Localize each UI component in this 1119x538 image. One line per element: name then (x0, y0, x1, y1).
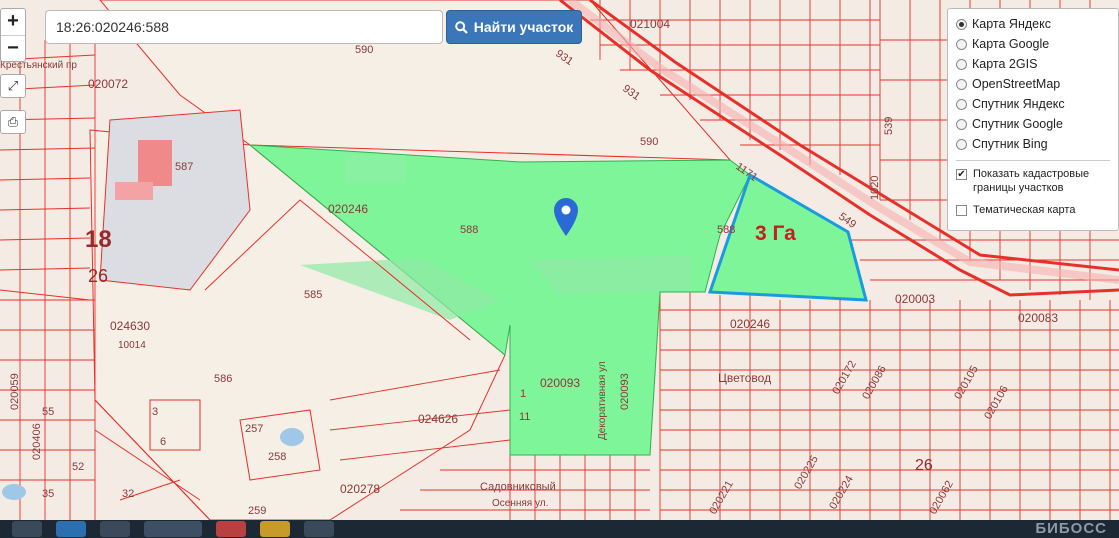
find-parcel-button[interactable]: Найти участок (446, 10, 582, 44)
label: 52 (72, 461, 84, 473)
taskbar-item-active[interactable] (144, 521, 202, 537)
zoom-out-button[interactable]: − (1, 35, 25, 61)
label: 258 (268, 451, 286, 463)
label: Цветовод (718, 371, 771, 385)
layer-yandex-satellite[interactable]: Спутник Яндекс (956, 94, 1110, 114)
taskbar-item[interactable] (304, 521, 334, 537)
label: 020093 (540, 376, 580, 390)
checkbox[interactable] (956, 205, 967, 216)
radio[interactable] (956, 98, 967, 110)
taskbar-item[interactable] (260, 521, 290, 537)
label: 32 (122, 488, 134, 500)
label: 18 (85, 226, 112, 253)
thematic-map-toggle[interactable]: Тематическая карта (956, 203, 1110, 217)
check-label: Показать кадастровые границы участков (973, 168, 1090, 194)
taskbar-item[interactable] (100, 521, 130, 537)
label: Осенняя ул. (492, 498, 548, 509)
layer-2gis-map[interactable]: Карта 2GIS (956, 54, 1110, 74)
layer-bing-satellite[interactable]: Спутник Bing (956, 134, 1110, 154)
layer-yandex-map[interactable]: Карта Яндекс (956, 14, 1110, 34)
label: 590 (640, 136, 658, 148)
show-cadastral-toggle[interactable]: ✔ Показать кадастровые границы участков (956, 167, 1110, 195)
label: Декоративная ул (597, 361, 608, 440)
label: 590 (355, 44, 373, 56)
search-icon (454, 20, 468, 34)
label: 539 (883, 117, 895, 135)
label: Садовниковый (480, 481, 556, 493)
radio[interactable] (956, 138, 967, 150)
taskbar-item[interactable] (216, 521, 246, 537)
printer-icon: ⎙ (7, 114, 19, 129)
label: 020093 (619, 373, 631, 410)
label: 257 (245, 423, 263, 435)
label: 588 (717, 224, 735, 236)
label: 020083 (1018, 311, 1058, 325)
print-button[interactable]: ⎙ (0, 110, 26, 134)
label: 11 (519, 411, 530, 423)
layers-panel: Карта Яндекс Карта Google Карта 2GIS Ope… (947, 8, 1119, 231)
label: 35 (42, 488, 54, 500)
expand-icon: ⤢ (7, 78, 19, 93)
label: 020246 (328, 202, 368, 216)
label: 020003 (895, 292, 935, 306)
radio[interactable] (956, 38, 967, 50)
layer-label: Карта Google (972, 37, 1050, 51)
label: 26 (88, 266, 108, 286)
layer-google-satellite[interactable]: Спутник Google (956, 114, 1110, 134)
area-label: 3 Га (755, 222, 796, 245)
radio[interactable] (956, 58, 967, 70)
label: 10014 (118, 340, 146, 351)
label: 26 (915, 457, 933, 474)
watermark: БИБОСС (1035, 520, 1107, 537)
layer-openstreetmap[interactable]: OpenStreetMap (956, 74, 1110, 94)
label: 020278 (340, 482, 380, 496)
layer-label: Спутник Яндекс (972, 97, 1065, 111)
zoom-in-button[interactable]: + (1, 9, 25, 35)
label: 021004 (630, 17, 670, 31)
radio[interactable] (956, 78, 967, 90)
label: 1020 (869, 176, 881, 200)
label: 259 (248, 505, 266, 517)
label: 020059 (9, 373, 21, 410)
label: 6 (160, 436, 166, 448)
zoom-control: + − (0, 8, 26, 62)
building (138, 140, 172, 186)
layer-label: OpenStreetMap (972, 77, 1061, 91)
layer-label: Карта 2GIS (972, 57, 1038, 71)
taskbar-item[interactable] (12, 521, 42, 537)
pond (280, 428, 304, 446)
label: 585 (304, 289, 322, 301)
find-parcel-label: Найти участок (473, 19, 574, 35)
fullscreen-button[interactable]: ⤢ (0, 74, 26, 98)
label: 024626 (418, 412, 458, 426)
label: 1 (520, 388, 526, 400)
checkbox-checked[interactable]: ✔ (956, 169, 967, 180)
layer-label: Карта Яндекс (972, 17, 1051, 31)
label: 3 (152, 406, 158, 418)
layer-label: Спутник Google (972, 117, 1063, 131)
taskbar: БИБОСС (0, 520, 1119, 538)
label: 587 (175, 161, 193, 173)
radio[interactable] (956, 118, 967, 130)
taskbar-item[interactable] (56, 521, 86, 537)
cadastral-search-input[interactable] (45, 10, 443, 44)
building (115, 182, 153, 200)
label: 020406 (31, 423, 43, 460)
field (345, 155, 405, 183)
label: 020246 (730, 317, 770, 331)
divider (956, 160, 1110, 161)
pond (2, 484, 26, 500)
label: 586 (214, 373, 232, 385)
check-label: Тематическая карта (973, 204, 1076, 216)
label: 024630 (110, 319, 150, 333)
layer-label: Спутник Bing (972, 137, 1048, 151)
label: 588 (460, 224, 478, 236)
layer-google-map[interactable]: Карта Google (956, 34, 1110, 54)
label: 020072 (88, 77, 128, 91)
label: 55 (42, 406, 54, 418)
radio-selected[interactable] (956, 18, 967, 30)
